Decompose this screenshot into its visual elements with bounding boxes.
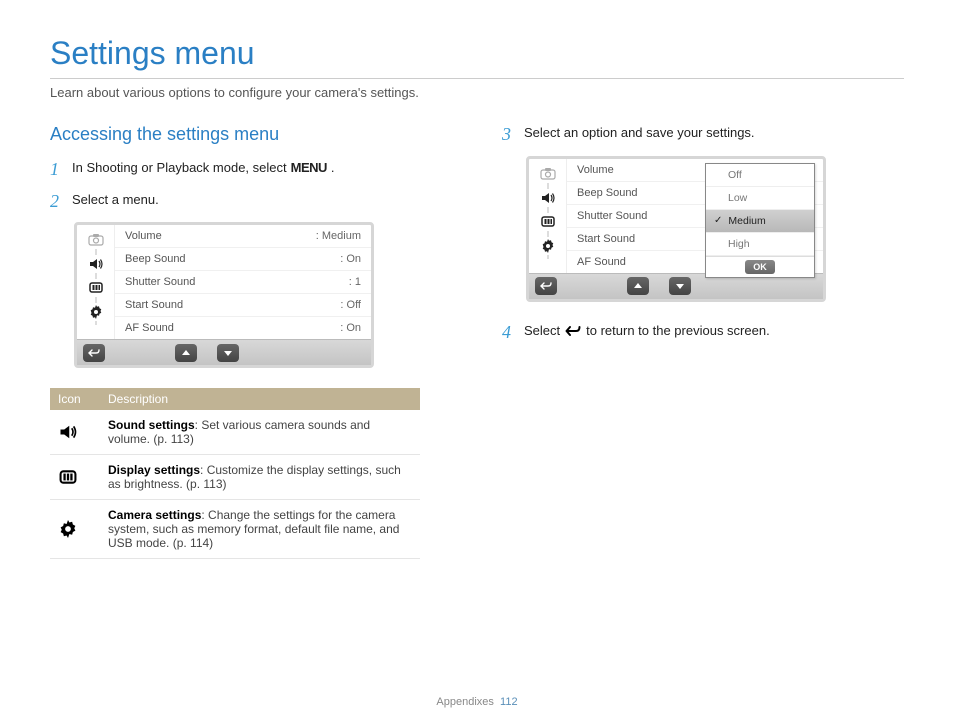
- back-icon: [83, 344, 105, 362]
- row-title: Display settings: [108, 463, 200, 477]
- step-number: 3: [502, 124, 524, 146]
- display-icon: [85, 279, 107, 297]
- menu-row: Shutter Sound: 1: [115, 271, 371, 294]
- sound-icon: [85, 255, 107, 273]
- row-title: Sound settings: [108, 418, 195, 432]
- step-text: Select to return to the previous screen.: [524, 322, 770, 340]
- back-icon: [564, 324, 582, 338]
- down-arrow-icon: [217, 344, 239, 362]
- menu-row: Beep Sound: On: [115, 248, 371, 271]
- menu-tabs: [77, 225, 115, 339]
- step-4: 4 Select to return to the previous scree…: [502, 322, 904, 344]
- page-number: 112: [500, 696, 518, 708]
- gear-icon: [537, 237, 559, 255]
- step-text: Select a menu.: [72, 191, 159, 209]
- table-row: Camera settings: Change the settings for…: [50, 500, 420, 559]
- back-icon: [535, 277, 557, 295]
- step-text-before: In Shooting or Playback mode, select: [72, 159, 287, 177]
- step-3: 3 Select an option and save your setting…: [502, 124, 904, 146]
- option-ok: OK: [706, 256, 814, 277]
- table-header-icon: Icon: [50, 388, 100, 410]
- down-arrow-icon: [669, 277, 691, 295]
- icon-description-table: Icon Description Sound settings: Set var…: [50, 388, 420, 559]
- camera-mode-icon: [85, 231, 107, 249]
- footer-label: Appendixes: [436, 696, 494, 708]
- step-text: Select an option and save your settings.: [524, 124, 755, 142]
- menu-label-icon: MENU: [291, 159, 327, 177]
- page-subtitle: Learn about various options to configure…: [50, 85, 904, 100]
- page-footer: Appendixes 112: [0, 696, 954, 708]
- camera-menu-screenshot-2: Volume Beep Sound Shutter Sound Start So…: [526, 156, 826, 302]
- menu-row: Start Sound: Off: [115, 294, 371, 317]
- menu-footer: [77, 339, 371, 365]
- table-header-desc: Description: [100, 388, 420, 410]
- sound-icon: [50, 410, 100, 455]
- step-2: 2 Select a menu.: [50, 191, 452, 213]
- camera-menu-screenshot-1: Volume: Medium Beep Sound: On Shutter So…: [74, 222, 374, 368]
- ok-button-icon: OK: [745, 260, 775, 274]
- step-text-after: to return to the previous screen.: [586, 322, 770, 340]
- gear-icon: [85, 303, 107, 321]
- row-title: Camera settings: [108, 508, 201, 522]
- option-medium: Medium: [706, 210, 814, 233]
- section-heading: Accessing the settings menu: [50, 124, 452, 145]
- option-high: High: [706, 233, 814, 256]
- step-number: 4: [502, 322, 524, 344]
- step-number: 1: [50, 159, 72, 181]
- option-low: Low: [706, 187, 814, 210]
- page-title: Settings menu: [50, 35, 904, 79]
- step-number: 2: [50, 191, 72, 213]
- display-icon: [537, 213, 559, 231]
- step-text: In Shooting or Playback mode, select MEN…: [72, 159, 335, 177]
- menu-tabs: [529, 159, 567, 273]
- display-icon: [50, 455, 100, 500]
- gear-icon: [50, 500, 100, 559]
- table-row: Sound settings: Set various camera sound…: [50, 410, 420, 455]
- menu-row: AF Sound: On: [115, 317, 371, 339]
- option-popup: Off Low Medium High OK: [705, 163, 815, 278]
- camera-mode-icon: [537, 165, 559, 183]
- option-off: Off: [706, 164, 814, 187]
- sound-icon: [537, 189, 559, 207]
- step-text-before: Select: [524, 322, 560, 340]
- step-text-after: .: [331, 159, 335, 177]
- step-1: 1 In Shooting or Playback mode, select M…: [50, 159, 452, 181]
- menu-row: Volume: Medium: [115, 225, 371, 248]
- menu-list: Volume: Medium Beep Sound: On Shutter So…: [115, 225, 371, 339]
- up-arrow-icon: [627, 277, 649, 295]
- table-row: Display settings: Customize the display …: [50, 455, 420, 500]
- up-arrow-icon: [175, 344, 197, 362]
